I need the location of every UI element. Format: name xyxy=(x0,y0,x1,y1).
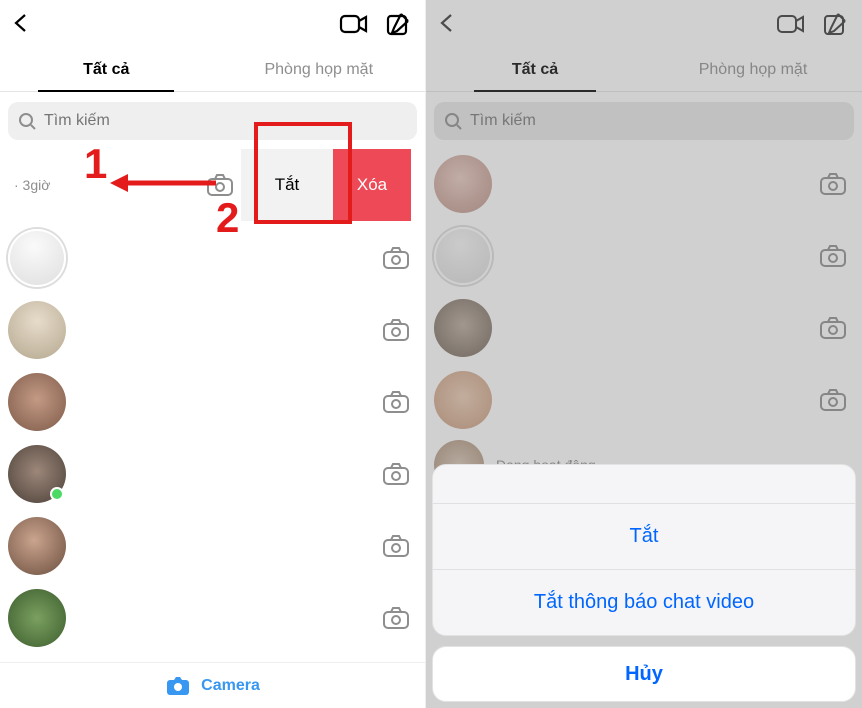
camera-icon xyxy=(165,675,191,697)
action-sheet-card: Tắt Tắt thông báo chat video xyxy=(432,464,856,636)
tab-all[interactable]: Tất cả xyxy=(0,48,213,91)
chat-list-left: · 3giờ Tắt Xóa xyxy=(0,148,425,654)
avatar xyxy=(434,299,492,357)
search-icon xyxy=(18,112,36,130)
left-screenshot: Tất cả Phòng họp mặt · 3giờ Tắt Xóa xyxy=(0,0,426,708)
sheet-mute-video-button[interactable]: Tắt thông báo chat video xyxy=(433,569,855,635)
camera-icon[interactable] xyxy=(818,387,848,413)
avatar xyxy=(434,155,492,213)
camera-icon[interactable] xyxy=(381,245,411,271)
compose-icon[interactable] xyxy=(822,11,848,37)
list-item[interactable] xyxy=(426,220,862,292)
camera-icon[interactable] xyxy=(381,605,411,631)
avatar xyxy=(8,373,66,431)
avatar xyxy=(8,229,66,287)
arrow-icon xyxy=(108,172,218,194)
header-right xyxy=(426,0,862,48)
back-icon[interactable] xyxy=(436,12,458,34)
list-item[interactable] xyxy=(426,364,862,436)
back-icon[interactable] xyxy=(10,12,32,34)
list-item[interactable] xyxy=(0,438,425,510)
swipe-mute-button[interactable]: Tắt xyxy=(241,149,333,221)
header-left xyxy=(0,0,425,48)
camera-icon[interactable] xyxy=(818,171,848,197)
list-item[interactable] xyxy=(0,366,425,438)
tabs-right: Tất cả Phòng họp mặt xyxy=(426,48,862,92)
camera-icon[interactable] xyxy=(818,243,848,269)
search-bar-right[interactable] xyxy=(434,102,854,140)
avatar xyxy=(8,517,66,575)
avatar xyxy=(8,589,66,647)
search-icon xyxy=(444,112,462,130)
right-screenshot: Tất cả Phòng họp mặt xyxy=(426,0,862,708)
online-dot-icon xyxy=(50,487,64,501)
list-item[interactable] xyxy=(426,148,862,220)
list-item[interactable] xyxy=(0,222,425,294)
avatar xyxy=(434,227,492,285)
list-item[interactable] xyxy=(0,510,425,582)
camera-icon[interactable] xyxy=(381,389,411,415)
compose-icon[interactable] xyxy=(385,11,411,37)
tab-all[interactable]: Tất cả xyxy=(426,48,644,91)
list-item[interactable] xyxy=(0,582,425,654)
search-input-right[interactable] xyxy=(470,112,844,130)
chat-list-right: Đang hoạt động xyxy=(426,148,862,494)
avatar xyxy=(8,301,66,359)
tab-rooms[interactable]: Phòng họp mặt xyxy=(213,48,426,91)
avatar xyxy=(434,371,492,429)
tabs-left: Tất cả Phòng họp mặt xyxy=(0,48,425,92)
search-input-left[interactable] xyxy=(44,112,407,130)
avatar xyxy=(8,445,66,503)
action-sheet: Tắt Tắt thông báo chat video Hủy xyxy=(432,464,856,702)
camera-icon[interactable] xyxy=(381,317,411,343)
video-call-icon[interactable] xyxy=(339,12,369,36)
sheet-cancel-button[interactable]: Hủy xyxy=(432,646,856,702)
video-call-icon[interactable] xyxy=(776,12,806,36)
annotation-2: 2 xyxy=(216,194,239,242)
camera-icon[interactable] xyxy=(381,461,411,487)
camera-icon[interactable] xyxy=(818,315,848,341)
swipe-delete-button[interactable]: Xóa xyxy=(333,149,411,221)
camera-footer[interactable]: Camera xyxy=(0,662,425,708)
list-item[interactable] xyxy=(426,292,862,364)
camera-footer-label: Camera xyxy=(201,677,260,695)
list-item[interactable] xyxy=(0,294,425,366)
annotation-1: 1 xyxy=(84,140,107,188)
tab-rooms[interactable]: Phòng họp mặt xyxy=(644,48,862,91)
sheet-mute-button[interactable]: Tắt xyxy=(433,503,855,569)
camera-icon[interactable] xyxy=(381,533,411,559)
search-bar-left[interactable] xyxy=(8,102,417,140)
